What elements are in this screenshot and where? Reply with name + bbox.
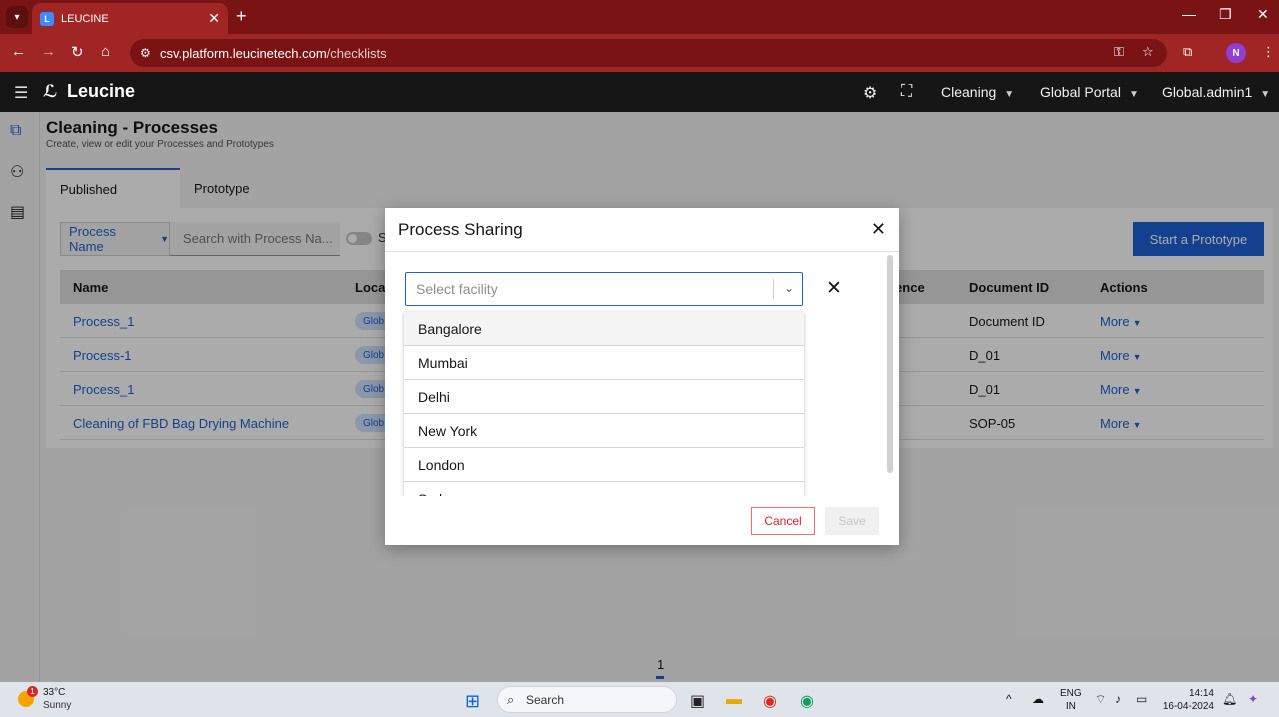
- restore-button[interactable]: ❐: [1219, 6, 1232, 23]
- scan-icon[interactable]: ⛶: [901, 83, 912, 101]
- battery-icon[interactable]: ▭: [1136, 692, 1147, 706]
- modal-scrollbar[interactable]: [887, 255, 893, 473]
- wifi-icon[interactable]: ⌔: [1095, 692, 1106, 707]
- app-header: ☰ ℒ Leucine ⚙ ⛶ Cleaning ▼ Global Portal ▼…: [0, 72, 1279, 112]
- new-tab-button[interactable]: +: [236, 6, 247, 27]
- browser-menu-icon[interactable]: ⋮: [1262, 44, 1275, 60]
- volume-muted-icon[interactable]: ♪: [1115, 692, 1121, 706]
- url-domain: csv.platform.leucinetech.com: [160, 45, 327, 61]
- facility-dropdown[interactable]: Global Portal ▼: [1040, 84, 1139, 100]
- task-view-icon[interactable]: ▣: [690, 691, 705, 711]
- password-key-icon[interactable]: ⚿: [1114, 44, 1124, 60]
- clock-time: 14:14: [1188, 688, 1214, 699]
- use-case-dropdown[interactable]: Cleaning ▼: [941, 84, 1014, 100]
- scrollbar-thumb[interactable]: [887, 255, 893, 473]
- process-sharing-modal: Process Sharing ✕ Select facility ⌄ ✕ Ba…: [385, 208, 899, 545]
- modal-footer: Cancel Save: [385, 496, 899, 545]
- facility-option[interactable]: New York: [404, 414, 804, 448]
- profile-avatar[interactable]: N: [1226, 43, 1246, 63]
- user-label: Global.admin1: [1162, 84, 1253, 100]
- weather-description[interactable]: Sunny: [43, 700, 71, 711]
- logo-text: Leucine: [67, 81, 136, 101]
- taskbar-search-label: Search: [526, 692, 565, 707]
- chrome-icon[interactable]: ◉: [763, 691, 777, 711]
- bookmark-star-icon[interactable]: ☆: [1142, 44, 1154, 60]
- site-info-icon[interactable]: ⚙: [140, 46, 151, 60]
- facility-option[interactable]: Bangalore: [404, 312, 804, 346]
- settings-gear-icon[interactable]: ⚙: [863, 83, 877, 103]
- modal-body: Select facility ⌄ ✕ Bangalore Mumbai Del…: [385, 253, 899, 496]
- hamburger-menu-icon[interactable]: ☰: [14, 83, 28, 103]
- weather-badge: 1: [27, 686, 38, 697]
- facility-label: Global Portal: [1040, 84, 1121, 100]
- home-button[interactable]: ⌂: [101, 43, 110, 60]
- user-dropdown[interactable]: Global.admin1 ▼: [1162, 84, 1270, 100]
- select-separator: [773, 279, 774, 299]
- weather-temperature[interactable]: 33°C: [43, 687, 65, 698]
- leucine-logo[interactable]: ℒ Leucine: [43, 81, 135, 102]
- lang-code: ENG: [1060, 688, 1082, 699]
- facility-option[interactable]: London: [404, 448, 804, 482]
- browser-tab[interactable]: L LEUCINE ✕: [32, 3, 228, 34]
- modal-title: Process Sharing: [398, 220, 523, 239]
- extensions-icon[interactable]: ⧉: [1183, 44, 1192, 60]
- tab-title: LEUCINE: [61, 12, 109, 25]
- modal-backdrop-sidebar: [0, 112, 40, 682]
- leucine-favicon-icon: L: [40, 11, 54, 26]
- tray-overflow-icon[interactable]: ^: [1006, 692, 1012, 706]
- network-status-icon[interactable]: ☁: [1032, 692, 1044, 706]
- back-button[interactable]: ←: [11, 43, 26, 60]
- tab-close-icon[interactable]: ✕: [208, 10, 220, 27]
- file-explorer-icon[interactable]: ▬: [726, 691, 742, 709]
- chrome-app-icon[interactable]: ◉: [800, 691, 814, 711]
- address-bar-row: ← → ↻ ⌂ ⚙ csv.platform.leucinetech.com/c…: [0, 34, 1279, 72]
- modal-close-icon[interactable]: ✕: [871, 219, 886, 240]
- chevron-down-icon: ▼: [1128, 89, 1139, 100]
- chevron-down-icon[interactable]: ⌄: [784, 281, 794, 295]
- browser-tab-bar: ▾ L LEUCINE ✕ + — ❐ ✕: [0, 0, 1279, 34]
- notifications-bell-icon[interactable]: 🔔︎: [1222, 692, 1237, 706]
- url-path: /checklists: [326, 45, 387, 61]
- chevron-down-icon: ▼: [1260, 89, 1271, 100]
- cancel-button[interactable]: Cancel: [751, 507, 815, 535]
- windows-taskbar: 1 33°C Sunny ⊞ ⌕ Search ▣ ▬ ◉ ◉ ^ ☁ ENG …: [0, 682, 1279, 717]
- facility-options-list: Bangalore Mumbai Delhi New York London S…: [404, 312, 804, 496]
- leucine-logo-icon: ℒ: [43, 81, 58, 101]
- chevron-down-icon: ▼: [1004, 89, 1015, 100]
- taskbar-search[interactable]: ⌕ Search: [497, 686, 677, 713]
- input-language-indicator[interactable]: ENG IN: [1060, 687, 1082, 713]
- reload-button[interactable]: ↻: [71, 43, 84, 61]
- facility-option[interactable]: Mumbai: [404, 346, 804, 380]
- remove-row-icon[interactable]: ✕: [826, 277, 842, 300]
- forward-button[interactable]: →: [41, 43, 56, 60]
- url-field[interactable]: ⚙ csv.platform.leucinetech.com/checklist…: [130, 39, 1167, 67]
- tab-search-button[interactable]: ▾: [6, 6, 28, 28]
- search-icon: ⌕: [507, 692, 515, 707]
- facility-select-placeholder: Select facility: [416, 281, 498, 297]
- minimize-button[interactable]: —: [1182, 6, 1196, 22]
- facility-select[interactable]: Select facility ⌄: [405, 272, 803, 306]
- close-window-button[interactable]: ✕: [1257, 6, 1269, 23]
- facility-option[interactable]: Sydney: [404, 482, 804, 497]
- windows-start-icon[interactable]: ⊞: [465, 691, 480, 712]
- modal-header: Process Sharing ✕: [385, 208, 899, 252]
- lang-region: IN: [1065, 701, 1076, 712]
- use-case-label: Cleaning: [941, 84, 997, 100]
- copilot-icon[interactable]: ✦: [1248, 692, 1258, 706]
- facility-option[interactable]: Delhi: [404, 380, 804, 414]
- clock-date: 16-04-2024: [1162, 701, 1214, 712]
- taskbar-clock[interactable]: 14:14 16-04-2024: [1162, 687, 1214, 713]
- save-button[interactable]: Save: [825, 507, 879, 535]
